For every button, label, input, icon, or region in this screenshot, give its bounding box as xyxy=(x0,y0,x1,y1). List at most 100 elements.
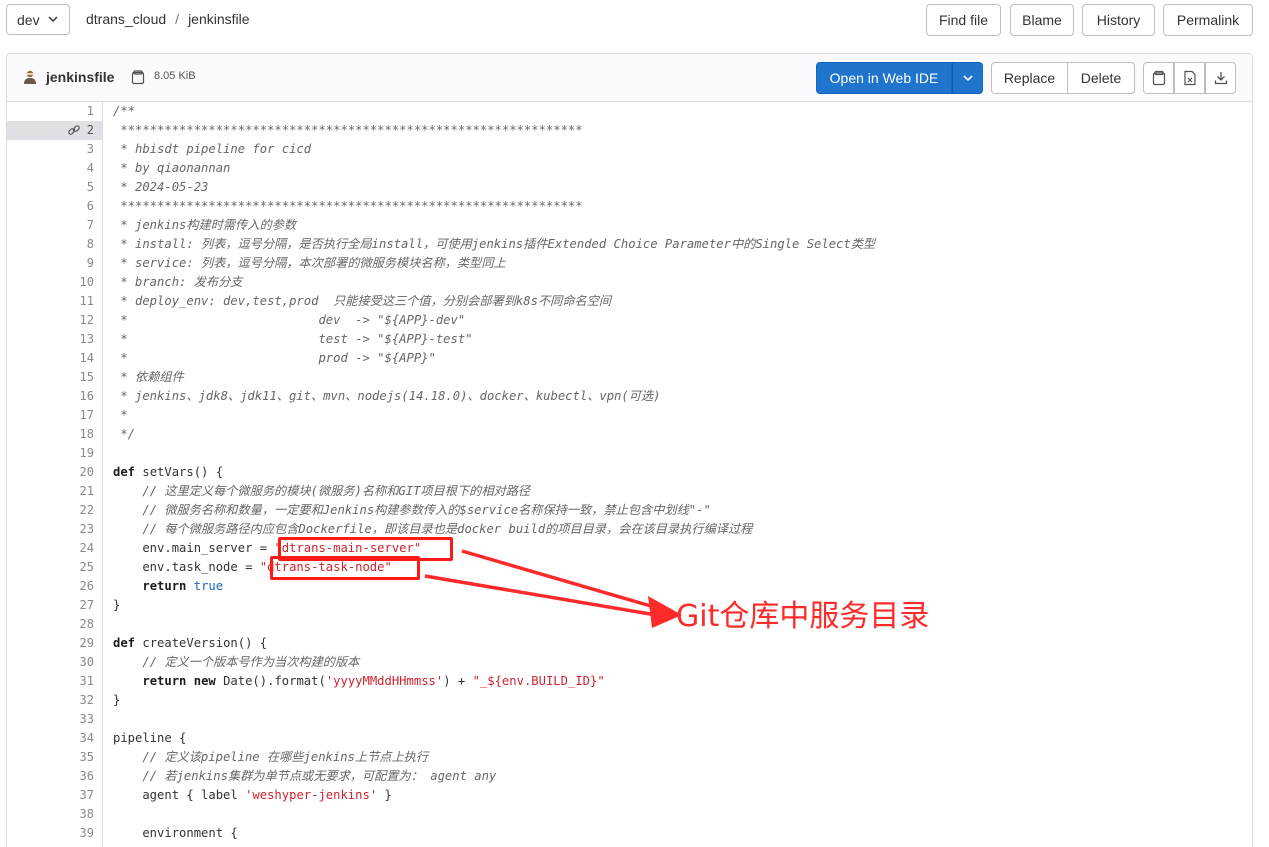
code-line: ****************************************… xyxy=(113,199,583,213)
code-line: def setVars() { xyxy=(113,465,224,479)
line-number[interactable]: 25 xyxy=(7,558,102,577)
code-line: // 微服务名称和数量，一定要和Jenkins构建参数传入的$service名称… xyxy=(142,503,711,517)
file-header: jenkinsfile 8.05 KiB Open in Web IDE Rep… xyxy=(7,54,1252,102)
replace-button[interactable]: Replace xyxy=(991,62,1068,94)
line-number[interactable]: 17 xyxy=(7,406,102,425)
file-size: 8.05 KiB xyxy=(154,70,196,82)
delete-button[interactable]: Delete xyxy=(1067,62,1135,94)
line-number[interactable]: 15 xyxy=(7,368,102,387)
line-number[interactable]: 2 xyxy=(7,121,102,140)
line-number[interactable]: 23 xyxy=(7,520,102,539)
code-line: * jenkins构建时需传入的参数 xyxy=(113,218,297,232)
history-button[interactable]: History xyxy=(1082,4,1155,36)
line-number[interactable]: 22 xyxy=(7,501,102,520)
line-number[interactable]: 27 xyxy=(7,596,102,615)
chevron-down-icon xyxy=(962,75,973,82)
blame-button[interactable]: Blame xyxy=(1010,4,1074,36)
code-line: * deploy_env: dev,test,prod 只能接受这三个值，分别会… xyxy=(113,294,612,308)
branch-selector[interactable]: dev xyxy=(6,4,70,35)
line-number[interactable]: 26 xyxy=(7,577,102,596)
line-number[interactable]: 19 xyxy=(7,444,102,463)
code-line: * by qiaonannan xyxy=(113,161,231,175)
code-line: * dev -> "${APP}-dev" xyxy=(113,313,466,327)
code-line: */ xyxy=(113,427,136,441)
link-icon[interactable] xyxy=(67,123,81,137)
file-name: jenkinsfile xyxy=(46,69,115,85)
code-line: environment { xyxy=(113,826,238,840)
code-line: return new Date().format('yyyyMMddHHmmss… xyxy=(142,674,605,688)
code-line: } xyxy=(113,693,121,707)
code-line: // 这里定义每个微服务的模块(微服务)名称和GIT项目根下的相对路径 xyxy=(142,484,531,498)
line-number[interactable]: 12 xyxy=(7,311,102,330)
open-raw-icon xyxy=(1183,70,1196,86)
line-number[interactable]: 20 xyxy=(7,463,102,482)
line-number[interactable]: 28 xyxy=(7,615,102,634)
line-number[interactable]: 38 xyxy=(7,805,102,824)
line-number[interactable]: 24 xyxy=(7,539,102,558)
breadcrumb-file[interactable]: jenkinsfile xyxy=(188,11,249,27)
open-in-web-ide-button[interactable]: Open in Web IDE xyxy=(816,62,952,94)
line-number[interactable]: 29 xyxy=(7,634,102,653)
code-line: * service: 列表，逗号分隔，本次部署的微服务模块名称，类型同上 xyxy=(113,256,506,270)
line-number[interactable]: 21 xyxy=(7,482,102,501)
line-number[interactable]: 31 xyxy=(7,672,102,691)
line-numbers: 1 2 3 4 5 6 7 8 9 10 11 12 13 14 15 16 17 18 19 20 21 22 23 24 2… xyxy=(7,102,103,847)
line-number[interactable]: 36 xyxy=(7,767,102,786)
line-number[interactable]: 4 xyxy=(7,159,102,178)
copy-contents-button[interactable] xyxy=(1143,62,1174,94)
branch-name: dev xyxy=(17,11,40,28)
code-line: return true xyxy=(142,579,224,593)
code-line: // 若jenkins集群为单节点或无要求，可配置为： agent any xyxy=(142,769,497,783)
line-number[interactable]: 16 xyxy=(7,387,102,406)
line-number[interactable]: 39 xyxy=(7,824,102,843)
code-line: * prod -> "${APP}" xyxy=(113,351,436,365)
repo-navigation: dev dtrans_cloud / jenkinsfile Find file… xyxy=(0,0,1269,44)
download-icon xyxy=(1214,72,1227,85)
chevron-down-icon xyxy=(48,16,58,23)
code-line: } xyxy=(113,598,121,612)
file-viewer: jenkinsfile 8.05 KiB Open in Web IDE Rep… xyxy=(6,53,1253,847)
line-number[interactable]: 7 xyxy=(7,216,102,235)
line-number[interactable]: 3 xyxy=(7,140,102,159)
line-number[interactable]: 14 xyxy=(7,349,102,368)
line-number[interactable]: 30 xyxy=(7,653,102,672)
line-number[interactable]: 6 xyxy=(7,197,102,216)
breadcrumb-separator: / xyxy=(175,11,180,27)
line-number[interactable]: 32 xyxy=(7,691,102,710)
file-icon xyxy=(24,70,36,84)
code-line: * 依赖组件 xyxy=(113,370,184,384)
code-line: def createVersion() { xyxy=(113,636,268,650)
line-number[interactable]: 1 xyxy=(7,102,102,121)
code-line: /** xyxy=(113,104,136,118)
permalink-button[interactable]: Permalink xyxy=(1163,4,1253,36)
code-line: * install: 列表，逗号分隔，是否执行全局install，可使用jenk… xyxy=(113,237,876,251)
breadcrumb: dtrans_cloud / jenkinsfile xyxy=(86,11,250,27)
code-line: pipeline { xyxy=(113,731,187,745)
code-line: * hbisdt pipeline for cicd xyxy=(113,142,312,156)
find-file-button[interactable]: Find file xyxy=(926,4,1001,36)
code-line: * test -> "${APP}-test" xyxy=(113,332,473,346)
line-number[interactable]: 13 xyxy=(7,330,102,349)
line-number[interactable]: 35 xyxy=(7,748,102,767)
line-number[interactable]: 37 xyxy=(7,786,102,805)
line-number[interactable]: 18 xyxy=(7,425,102,444)
copy-contents-icon xyxy=(1152,70,1165,86)
copy-icon[interactable] xyxy=(131,69,145,85)
annotation-label: Git仓库中服务目录 xyxy=(676,599,930,634)
line-number[interactable]: 10 xyxy=(7,273,102,292)
breadcrumb-project[interactable]: dtrans_cloud xyxy=(86,11,166,27)
highlight-box-task-node xyxy=(270,556,420,580)
web-ide-dropdown-toggle[interactable] xyxy=(952,62,983,94)
code-line: ****************************************… xyxy=(113,123,583,137)
line-number[interactable]: 5 xyxy=(7,178,102,197)
download-button[interactable] xyxy=(1205,62,1236,94)
code-line: // 定义一个版本号作为当次构建的版本 xyxy=(142,655,360,669)
line-number[interactable]: 8 xyxy=(7,235,102,254)
open-raw-button[interactable] xyxy=(1174,62,1205,94)
code-line: * jenkins、jdk8、jdk11、git、mvn、nodejs(14.1… xyxy=(113,389,661,403)
line-number[interactable]: 11 xyxy=(7,292,102,311)
code-line: // 定义该pipeline 在哪些jenkins上节点上执行 xyxy=(142,750,429,764)
line-number[interactable]: 9 xyxy=(7,254,102,273)
line-number[interactable]: 33 xyxy=(7,710,102,729)
line-number[interactable]: 34 xyxy=(7,729,102,748)
